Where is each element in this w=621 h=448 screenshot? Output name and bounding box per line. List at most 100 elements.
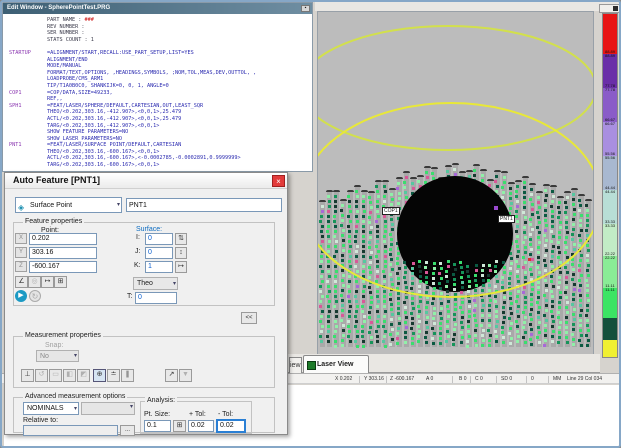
read-vector-icon[interactable]: ↦ bbox=[175, 261, 187, 273]
flip-vector-icon[interactable]: ⇅ bbox=[175, 233, 187, 245]
code-line: PNT1=FEAT/LASER/SURFACE POINT/DEFAULT,CA… bbox=[9, 142, 312, 149]
code-line: FORMAT/TEXT,OPTIONS, ,HEADINGS,SYMBOLS, … bbox=[9, 70, 312, 77]
secondary-select[interactable]: ▾ bbox=[81, 402, 135, 415]
snap-grid-icon[interactable]: ⊞ bbox=[54, 276, 67, 288]
snap-label: Snap: bbox=[45, 342, 63, 349]
code-line: LOADPROBE/CMS_ARM1 bbox=[9, 76, 312, 83]
level-icon[interactable]: ≐ bbox=[107, 369, 120, 382]
align-vector-icon[interactable]: ↕ bbox=[175, 247, 187, 259]
surface-j-input[interactable]: 0 bbox=[145, 247, 173, 259]
pnt-marker bbox=[494, 206, 498, 210]
surface-i-input[interactable]: 0 bbox=[145, 233, 173, 245]
pt-size-input[interactable]: 0.1 bbox=[144, 420, 171, 432]
snap-select[interactable]: No ▾ bbox=[36, 350, 79, 362]
chevron-down-icon: ▾ bbox=[117, 198, 120, 213]
path-jump-icon[interactable]: ↗ bbox=[165, 369, 178, 382]
probe-depth-icon[interactable]: ⊥ bbox=[21, 369, 34, 382]
z-axis-button[interactable]: Z bbox=[15, 261, 27, 272]
point-vector-icon[interactable]: ↦ bbox=[41, 276, 54, 288]
code-lines: PART NAME : ###REV NUMBER :SER NUMBER : S… bbox=[9, 17, 312, 169]
point-z-input[interactable]: -600.167 bbox=[29, 261, 97, 273]
nominals-select[interactable]: NOMINALS ▾ bbox=[23, 402, 79, 415]
status-field: A 0 bbox=[426, 376, 433, 382]
color-scale-label: 77.78 77.78 bbox=[603, 84, 617, 92]
laser-3d-view[interactable]: COP1 PNT1 bbox=[317, 11, 594, 356]
chevron-down-icon: ▾ bbox=[74, 403, 77, 415]
point-y-input[interactable]: 303.16 bbox=[29, 247, 97, 259]
t-input[interactable]: 0 bbox=[135, 292, 177, 304]
color-scale-segment bbox=[603, 288, 617, 318]
box-select-icon[interactable]: ▭ bbox=[49, 369, 62, 382]
code-line: STARTUP=ALIGNMENT/START,RECALL:USE_PART_… bbox=[9, 50, 312, 57]
status-field: C 0 bbox=[475, 376, 483, 382]
code-line: TIP/T1A0B0C0, SHANKIJK=0, 0, 1, ANGLE=0 bbox=[9, 83, 312, 90]
color-scale-label: 44.44 44.44 bbox=[603, 186, 617, 194]
y-axis-button[interactable]: Y bbox=[15, 247, 27, 258]
status-field: 0 bbox=[531, 376, 534, 382]
feature-name-input[interactable]: PNT1 bbox=[126, 198, 282, 212]
feature-type-select[interactable]: ◈ Surface Point ▾ bbox=[15, 197, 122, 213]
surface-point-icon: ◈ bbox=[18, 200, 24, 215]
code-line: PART NAME : ### bbox=[9, 17, 312, 24]
measurement-properties-label: Measurement properties bbox=[23, 332, 103, 339]
collapse-button[interactable]: << bbox=[241, 312, 257, 324]
crosshair-zone-icon[interactable]: ⊕ bbox=[93, 369, 106, 382]
dialog-title: Auto Feature [PNT1] bbox=[13, 175, 100, 185]
status-separator bbox=[452, 376, 453, 383]
edit-window-menu-button[interactable]: ▪ bbox=[301, 5, 310, 12]
status-field: SD 0 bbox=[501, 376, 512, 382]
color-scale-label: 55.56 55.56 bbox=[603, 152, 617, 160]
surface-k-input[interactable]: 1 bbox=[145, 261, 173, 273]
spacing-icon[interactable]: ∥ bbox=[121, 369, 134, 382]
dialog-titlebar[interactable]: Auto Feature [PNT1] × bbox=[5, 173, 287, 189]
colorbar-header[interactable] bbox=[599, 4, 620, 13]
remeasure-button[interactable]: ↻ bbox=[29, 290, 41, 302]
code-line: MODE/MANUAL bbox=[9, 63, 312, 70]
colorbar-menu-icon bbox=[613, 6, 618, 11]
code-editor[interactable]: PART NAME : ###REV NUMBER :SER NUMBER : S… bbox=[3, 14, 312, 171]
deviation-color-scale[interactable]: 88.89 88.8977.78 77.7866.67 66.6755.56 5… bbox=[602, 13, 618, 358]
code-line: REV NUMBER : bbox=[9, 24, 312, 31]
status-field: B 0 bbox=[459, 376, 467, 382]
pnt-label: PNT1 bbox=[498, 215, 515, 223]
red-point-marker bbox=[528, 258, 531, 261]
code-line: SER NUMBER : bbox=[9, 30, 312, 37]
half-zone-icon[interactable]: ◧ bbox=[63, 369, 76, 382]
edit-window-titlebar[interactable]: Edit Window - SpherePointTest.PRG ▪ bbox=[3, 3, 312, 14]
plus-tol-label: + Tol: bbox=[189, 411, 206, 418]
status-separator bbox=[359, 376, 360, 383]
code-line: ACTL/<0.202,303.16,-600.167>,<-0.0002785… bbox=[9, 155, 312, 162]
code-line: SHOW_LASER_PARAMETERS=NO bbox=[9, 136, 312, 143]
color-scale-segment bbox=[603, 340, 617, 357]
code-line: ACTL/<0.202,303.16,-412.907>,<0,0,1>,25.… bbox=[9, 116, 312, 123]
status-separator bbox=[526, 376, 527, 383]
workplane-icon[interactable]: ∠ bbox=[15, 276, 28, 288]
corner-zone-icon[interactable]: ◩ bbox=[77, 369, 90, 382]
filter-icon[interactable]: ▼ bbox=[179, 369, 192, 382]
status-separator bbox=[496, 376, 497, 383]
auto-feature-dialog: Auto Feature [PNT1] × ◈ Surface Point ▾ … bbox=[4, 172, 288, 435]
tab-laser-view[interactable]: Laser View bbox=[303, 355, 369, 373]
theo-mode-select[interactable]: Theo ▾ bbox=[133, 277, 178, 290]
pt-size-tool-icon[interactable]: ⊞ bbox=[173, 420, 186, 432]
tab-graphic-view-partial[interactable]: iew bbox=[289, 357, 302, 373]
rotate-icon[interactable]: ↺ bbox=[35, 369, 48, 382]
chevron-down-icon: ▾ bbox=[74, 351, 77, 362]
point-x-input[interactable]: 0.202 bbox=[29, 233, 97, 245]
color-scale-label: 11.11 11.11 bbox=[603, 284, 617, 292]
close-icon[interactable]: × bbox=[272, 175, 285, 187]
color-scale-label: 88.89 88.89 bbox=[603, 50, 617, 58]
minus-tol-input[interactable]: 0.02 bbox=[216, 419, 246, 433]
chevron-down-icon: ▾ bbox=[173, 278, 176, 290]
status-separator bbox=[386, 376, 387, 383]
find-icon[interactable]: ◎ bbox=[28, 276, 41, 288]
relative-to-input[interactable] bbox=[23, 425, 118, 436]
browse-button[interactable]: ... bbox=[120, 425, 135, 436]
plus-tol-input[interactable]: 0.02 bbox=[188, 420, 214, 432]
code-line: TARG/<0.202,303.16,-600.167>,<0,0,1> bbox=[9, 162, 312, 169]
test-play-button[interactable]: ▶ bbox=[15, 290, 27, 302]
color-scale-segment bbox=[603, 14, 617, 54]
x-axis-button[interactable]: X bbox=[15, 233, 27, 244]
laser-view-icon bbox=[307, 361, 316, 370]
status-separator bbox=[470, 376, 471, 383]
